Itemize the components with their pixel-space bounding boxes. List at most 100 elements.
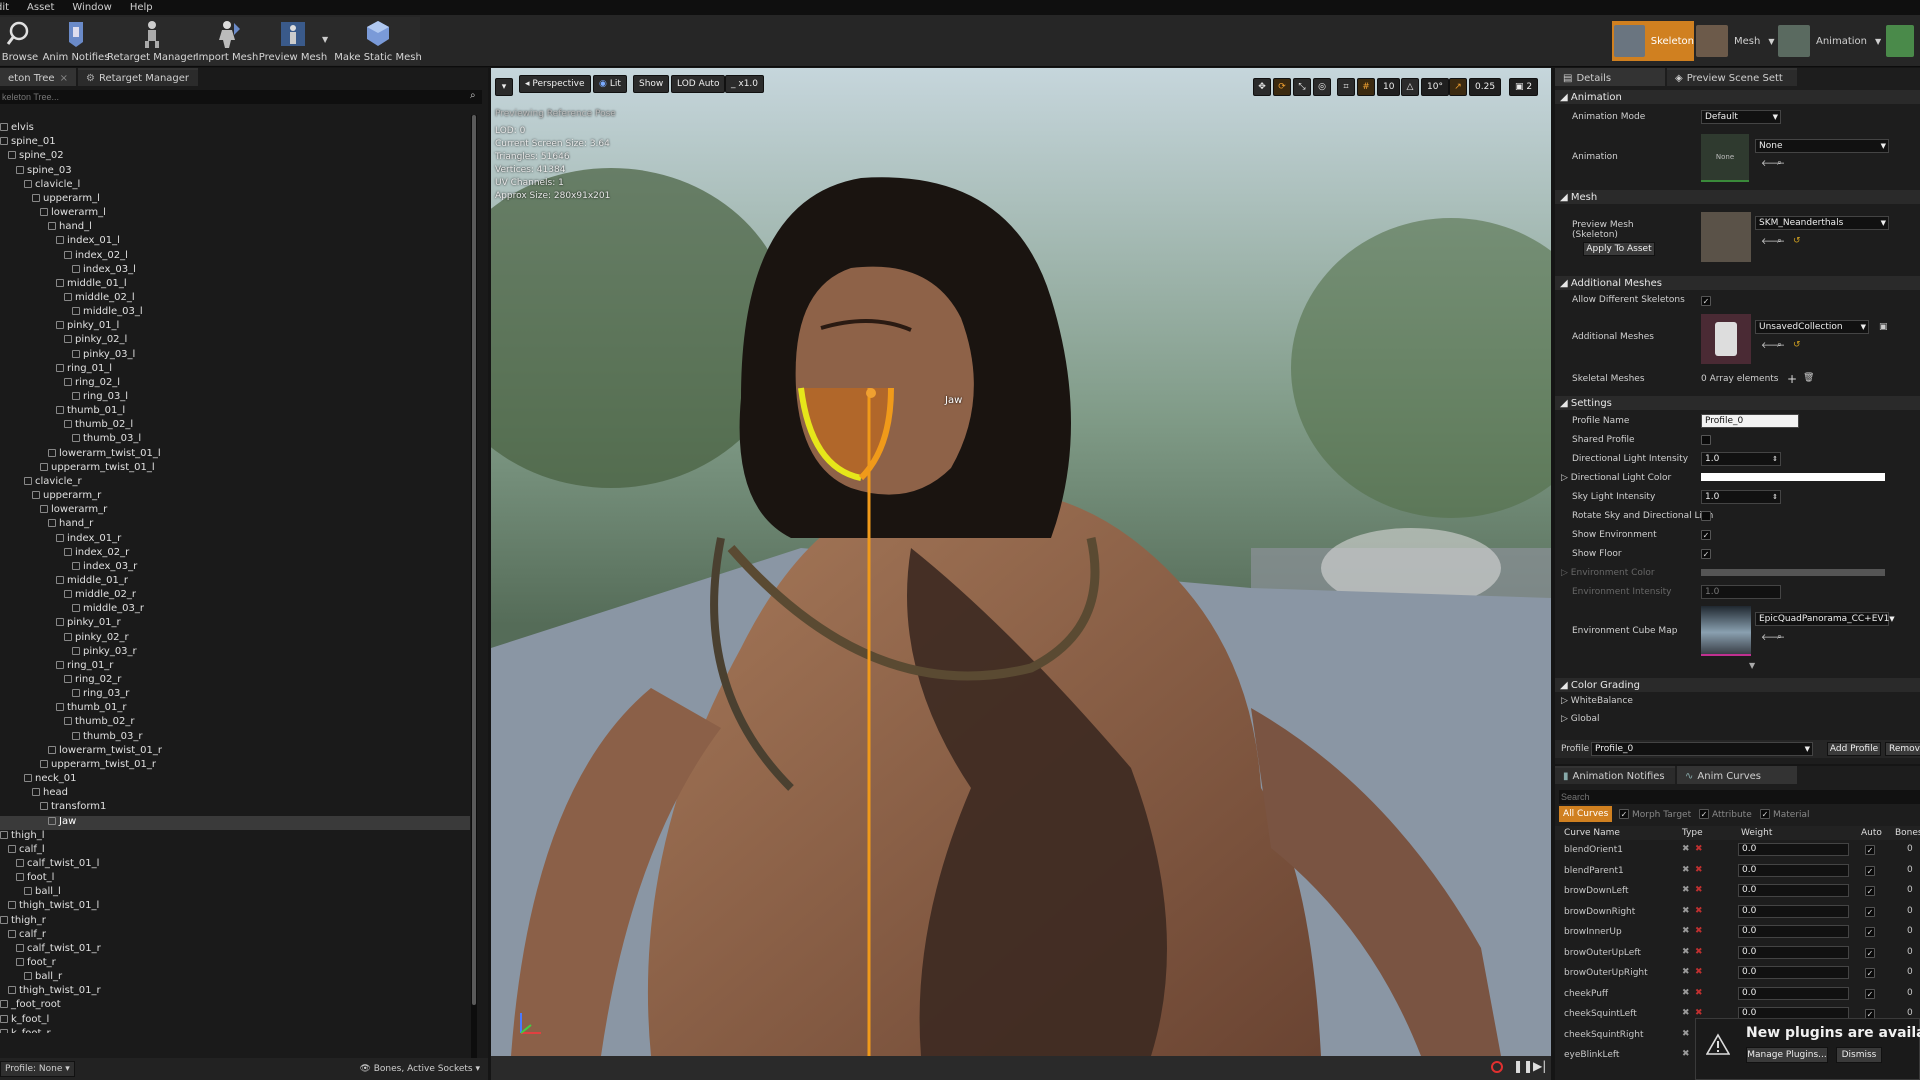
tree-row[interactable]: pinky_01_l xyxy=(0,320,470,334)
curve-row[interactable]: browOuterUpLeft ✖ ✖ 0.0 ✓ 0 xyxy=(1555,943,1920,963)
weight-input[interactable]: 0.0 xyxy=(1738,904,1849,918)
white-balance-row[interactable]: ▷ WhiteBalance xyxy=(1555,696,1920,712)
auto-checkbox[interactable]: ✓ xyxy=(1865,865,1875,876)
auto-checkbox[interactable]: ✓ xyxy=(1865,845,1875,855)
show-floor-checkbox[interactable]: ✓ xyxy=(1701,549,1711,559)
tree-row[interactable]: ball_l xyxy=(0,886,470,900)
tree-row[interactable]: thigh_r xyxy=(0,915,470,929)
auto-checkbox[interactable]: ✓ xyxy=(1865,886,1875,896)
curve-row[interactable]: blendParent1 ✖ ✖ 0.0 ✓ 0 xyxy=(1555,861,1920,881)
allow-different-skeletons-checkbox[interactable]: ✓ xyxy=(1701,296,1711,306)
tree-row[interactable]: neck_01 xyxy=(0,773,470,787)
apply-to-asset-button[interactable]: Apply To Asset xyxy=(1583,242,1655,256)
tree-row[interactable]: index_03_r xyxy=(0,561,470,575)
tree-row[interactable]: thumb_01_r xyxy=(0,702,470,716)
tree-row[interactable]: pinky_02_r xyxy=(0,632,470,646)
section-animation[interactable]: ◢ Animation xyxy=(1555,90,1920,104)
shared-profile-checkbox[interactable] xyxy=(1701,435,1711,445)
world-icon[interactable]: ◎ xyxy=(1313,78,1331,96)
curve-delete-icon[interactable]: ✖ xyxy=(1695,1008,1703,1018)
curve-delete-icon[interactable]: ✖ xyxy=(1695,926,1703,936)
tree-row[interactable]: calf_l xyxy=(0,844,470,858)
tree-row[interactable]: index_02_r xyxy=(0,547,470,561)
profile-select[interactable]: Profile_0 ▼ xyxy=(1591,742,1813,756)
tree-row[interactable]: index_03_l xyxy=(0,264,470,278)
tree-row[interactable]: lowerarm_twist_01_r xyxy=(0,745,470,759)
tree-row[interactable]: middle_03_r xyxy=(0,603,470,617)
tree-row[interactable]: hand_l xyxy=(0,221,470,235)
animation-mode-tab[interactable]: Animation ▼ xyxy=(1778,21,1882,61)
tab-details[interactable]: ▤ Details xyxy=(1555,68,1665,86)
curve-search-input[interactable] xyxy=(1559,790,1920,804)
filter-attribute[interactable]: ✓ Attribute xyxy=(1699,809,1752,820)
profile-dropdown[interactable]: Profile: None ▾ xyxy=(0,1061,75,1077)
tree-row[interactable]: thumb_03_l xyxy=(0,433,470,447)
tree-row[interactable]: Jaw xyxy=(0,815,470,830)
pause-button[interactable]: ❚❚ xyxy=(1513,1059,1533,1073)
search-icon[interactable]: ⌕ xyxy=(1777,158,1782,168)
playback-speed-button[interactable]: _ x1.0 xyxy=(725,75,765,93)
section-mesh[interactable]: ◢ Mesh xyxy=(1555,190,1920,204)
tree-row[interactable]: ball_r xyxy=(0,971,470,985)
menu-edit[interactable]: dit xyxy=(0,2,9,13)
weight-input[interactable]: 0.0 xyxy=(1738,925,1849,938)
tree-row[interactable]: pinky_01_r xyxy=(0,617,470,631)
tree-row[interactable]: thumb_01_l xyxy=(0,405,470,419)
curve-row[interactable]: cheekPuff ✖ ✖ 0.0 ✓ 0 xyxy=(1555,984,1920,1004)
sky-intensity-input[interactable]: 1.0 ⇕ xyxy=(1701,490,1781,504)
auto-checkbox[interactable]: ✓ xyxy=(1865,947,1875,958)
tree-row[interactable] xyxy=(0,108,470,122)
grid-snap-value[interactable]: 10 xyxy=(1377,78,1401,96)
tree-row[interactable]: thumb_02_r xyxy=(0,716,470,730)
curve-delete-icon[interactable]: ✖ xyxy=(1695,906,1703,916)
tree-row[interactable]: calf_twist_01_r xyxy=(0,943,470,957)
mesh-mode-tab[interactable]: Mesh ▼ xyxy=(1696,21,1776,61)
import-mesh-button[interactable]: Import Mesh xyxy=(196,19,258,65)
manage-plugins-button[interactable]: Manage Plugins... xyxy=(1746,1047,1828,1063)
tree-row[interactable]: thigh_twist_01_l xyxy=(0,900,470,914)
auto-checkbox[interactable]: ✓ xyxy=(1865,968,1875,978)
tree-row[interactable]: _foot_root xyxy=(0,999,470,1013)
curve-row[interactable]: blendOrient1 ✖ ✖ 0.0 ✓ 0 xyxy=(1555,840,1920,860)
camera-speed-button[interactable]: ▣ 2 xyxy=(1509,78,1539,96)
tree-row[interactable]: ring_02_r xyxy=(0,674,470,688)
tree-row[interactable]: thumb_03_r xyxy=(0,731,470,745)
tree-row[interactable]: pinky_03_r xyxy=(0,646,470,660)
preview-viewport[interactable]: ▾ ◂ Perspective ◉ Lit Show LOD Auto _ x1.… xyxy=(491,68,1551,1080)
animation-thumbnail[interactable]: None xyxy=(1701,134,1749,182)
save-icon[interactable]: ▣ xyxy=(1879,322,1888,332)
tree-row[interactable]: index_01_r xyxy=(0,533,470,547)
tree-row[interactable]: foot_r xyxy=(0,957,470,971)
tree-row[interactable]: upperarm_twist_01_r xyxy=(0,759,470,773)
tree-row[interactable]: ring_01_r xyxy=(0,660,470,674)
weight-input[interactable]: 0.0 xyxy=(1738,863,1849,877)
skeleton-search-input[interactable] xyxy=(0,90,482,104)
skeleton-mode-tab[interactable]: Skeleton xyxy=(1612,21,1694,61)
tree-row[interactable]: upperarm_l xyxy=(0,193,470,207)
perspective-button[interactable]: ◂ Perspective xyxy=(519,75,591,93)
collection-thumbnail[interactable] xyxy=(1701,314,1751,364)
tree-row[interactable]: lowerarm_twist_01_l xyxy=(0,448,470,462)
weight-input[interactable]: 0.0 xyxy=(1738,966,1849,979)
tree-row[interactable]: middle_02_l xyxy=(0,292,470,306)
cube-map-dropdown[interactable]: EpicQuadPanorama_CC+EV1 ▼ xyxy=(1755,612,1895,626)
curve-delete-icon[interactable]: ✖ xyxy=(1695,947,1703,957)
tree-row[interactable]: thigh_l xyxy=(0,830,470,844)
global-row[interactable]: ▷ Global xyxy=(1555,714,1920,730)
curve-delete-icon[interactable]: ✖ xyxy=(1695,967,1703,977)
weight-input[interactable]: 0.0 xyxy=(1738,884,1849,897)
tree-row[interactable]: lowerarm_l xyxy=(0,207,470,221)
search-icon[interactable]: ⌕ xyxy=(1777,632,1782,642)
section-settings[interactable]: ◢ Settings xyxy=(1555,396,1920,410)
tree-row[interactable]: spine_01 xyxy=(0,136,470,150)
viewport-options-icon[interactable]: ▾ xyxy=(495,78,513,96)
scale-snap-value[interactable]: 0.25 xyxy=(1469,78,1502,96)
tab-animation-notifies[interactable]: ▮ Animation Notifies xyxy=(1555,766,1675,784)
tree-row[interactable]: ring_02_l xyxy=(0,377,470,391)
curve-row[interactable]: browInnerUp ✖ ✖ 0.0 ✓ 0 xyxy=(1555,922,1920,942)
retarget-manager-button[interactable]: Retarget Manager xyxy=(107,19,197,65)
tree-row[interactable]: spine_02 xyxy=(0,150,470,164)
tree-row[interactable]: ring_03_l xyxy=(0,391,470,405)
expand-advanced-icon[interactable]: ▼ xyxy=(1749,661,1755,670)
tree-row[interactable]: k_foot_r xyxy=(0,1028,470,1033)
